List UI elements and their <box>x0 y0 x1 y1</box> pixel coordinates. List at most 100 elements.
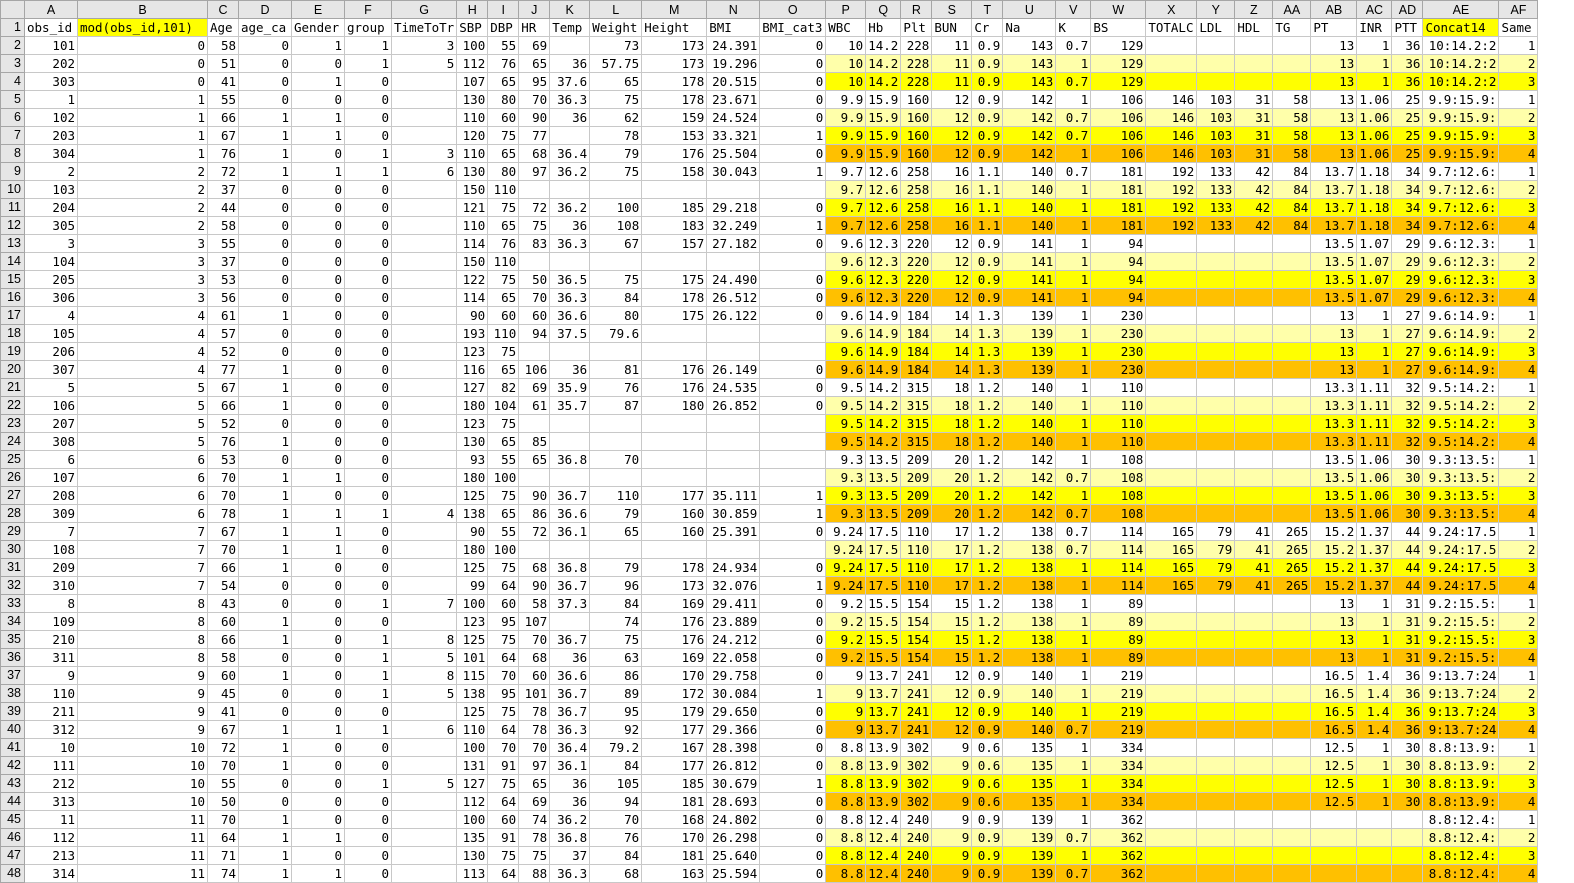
table-cell[interactable]: 78 <box>589 126 643 145</box>
table-cell[interactable]: 4 <box>1498 792 1539 811</box>
table-cell[interactable]: 108 <box>1090 486 1147 505</box>
table-cell[interactable]: 75 <box>487 270 520 289</box>
table-cell[interactable]: 112 <box>456 54 489 73</box>
table-cell[interactable] <box>1272 738 1312 757</box>
table-cell[interactable] <box>1145 72 1198 91</box>
table-cell[interactable]: 1.2 <box>971 486 1004 505</box>
table-cell[interactable]: 140 <box>1002 720 1057 739</box>
table-cell[interactable]: 9 <box>24 666 78 685</box>
table-cell[interactable]: 18 <box>931 378 973 397</box>
table-cell[interactable]: 112 <box>24 828 78 847</box>
table-cell[interactable] <box>1145 414 1198 433</box>
table-cell[interactable]: 9.7 <box>825 162 867 181</box>
table-cell[interactable]: 94 <box>1090 270 1147 289</box>
table-cell[interactable]: 55 <box>207 90 239 109</box>
table-cell[interactable]: 24.391 <box>706 36 761 55</box>
table-cell[interactable]: 69 <box>518 36 551 55</box>
table-cell[interactable]: 17.5 <box>865 522 902 541</box>
table-cell[interactable] <box>1234 612 1274 631</box>
table-cell[interactable]: 302 <box>900 792 933 811</box>
table-cell[interactable]: 64 <box>487 576 520 595</box>
table-cell[interactable]: 0 <box>344 90 392 109</box>
table-cell[interactable]: 138 <box>456 504 489 523</box>
table-cell[interactable]: 8.8 <box>825 774 867 793</box>
table-cell[interactable]: 1 <box>238 468 292 487</box>
column-header-m[interactable]: M <box>641 0 708 19</box>
table-cell[interactable]: 181 <box>641 846 708 865</box>
table-cell[interactable]: 0 <box>344 306 392 325</box>
table-cell[interactable]: 1 <box>1356 324 1393 343</box>
column-header-q[interactable]: Q <box>865 0 902 19</box>
table-cell[interactable]: 127 <box>456 774 489 793</box>
table-cell[interactable]: 9.6:14.9: <box>1422 342 1500 361</box>
table-cell[interactable]: 27 <box>1391 324 1424 343</box>
table-cell[interactable]: 60 <box>207 666 239 685</box>
table-cell[interactable]: 125 <box>456 630 489 649</box>
table-cell[interactable] <box>1272 702 1312 721</box>
table-cell[interactable] <box>1145 360 1198 379</box>
header-cell[interactable]: BMI <box>706 18 761 37</box>
table-cell[interactable]: 84 <box>589 288 643 307</box>
table-cell[interactable]: 61 <box>207 306 239 325</box>
table-cell[interactable]: 13.5 <box>1310 504 1358 523</box>
table-cell[interactable]: 258 <box>900 216 933 235</box>
table-cell[interactable]: 120 <box>456 126 489 145</box>
column-header-s[interactable]: S <box>931 0 973 19</box>
table-cell[interactable]: 64 <box>487 648 520 667</box>
table-cell[interactable] <box>1196 342 1236 361</box>
table-cell[interactable]: 8 <box>390 666 458 685</box>
table-cell[interactable]: 84 <box>1272 180 1312 199</box>
table-cell[interactable]: 0 <box>291 792 345 811</box>
table-cell[interactable]: 87 <box>589 396 643 415</box>
table-cell[interactable]: 84 <box>1272 162 1312 181</box>
table-cell[interactable] <box>1272 324 1312 343</box>
table-cell[interactable]: 36.2 <box>549 810 591 829</box>
spreadsheet-grid[interactable]: A B C D E F G H I J K L M N O P Q R S T U V W X Y Z AA AB AC AD AE AF 1… <box>0 0 1539 883</box>
table-cell[interactable]: 15.5 <box>865 648 902 667</box>
table-cell[interactable]: 7 <box>77 540 208 559</box>
table-cell[interactable]: 79 <box>1196 522 1236 541</box>
table-cell[interactable]: 1 <box>1498 36 1539 55</box>
table-cell[interactable]: 70 <box>207 486 239 505</box>
table-cell[interactable]: 312 <box>24 720 78 739</box>
table-cell[interactable]: 110 <box>487 324 520 343</box>
table-cell[interactable]: 36 <box>1391 666 1424 685</box>
table-cell[interactable]: 0 <box>759 108 827 127</box>
table-cell[interactable]: 1 <box>1055 414 1092 433</box>
table-cell[interactable]: 112 <box>456 792 489 811</box>
table-cell[interactable]: 57 <box>207 324 239 343</box>
table-cell[interactable]: 25 <box>1391 126 1424 145</box>
header-cell[interactable]: SBP <box>456 18 489 37</box>
table-cell[interactable]: 30 <box>1391 504 1424 523</box>
column-header-i[interactable]: I <box>487 0 520 19</box>
table-cell[interactable]: 114 <box>456 234 489 253</box>
table-cell[interactable]: 265 <box>1272 540 1312 559</box>
row-header[interactable]: 1 <box>0 18 25 37</box>
header-cell[interactable]: Temp <box>549 18 591 37</box>
table-cell[interactable]: 66 <box>207 396 239 415</box>
table-cell[interactable]: 36.8 <box>549 450 591 469</box>
table-cell[interactable]: 58 <box>518 594 551 613</box>
table-cell[interactable]: 84 <box>589 846 643 865</box>
table-cell[interactable] <box>1196 720 1236 739</box>
table-cell[interactable]: 91 <box>487 828 520 847</box>
table-cell[interactable]: 76 <box>207 432 239 451</box>
table-cell[interactable]: 140 <box>1002 396 1057 415</box>
table-cell[interactable]: 36.7 <box>549 702 591 721</box>
table-cell[interactable]: 11 <box>77 846 208 865</box>
table-cell[interactable]: 4 <box>1498 288 1539 307</box>
header-cell[interactable]: BS <box>1090 18 1147 37</box>
table-cell[interactable]: 14.2 <box>865 54 902 73</box>
table-cell[interactable]: 13.5 <box>1310 270 1358 289</box>
table-cell[interactable] <box>706 342 761 361</box>
table-cell[interactable] <box>706 414 761 433</box>
table-cell[interactable]: 159 <box>641 108 708 127</box>
table-cell[interactable]: 60 <box>487 810 520 829</box>
table-cell[interactable]: 89 <box>1090 612 1147 631</box>
table-cell[interactable] <box>1196 288 1236 307</box>
table-cell[interactable]: 36 <box>549 648 591 667</box>
table-cell[interactable]: 165 <box>1145 522 1198 541</box>
table-cell[interactable] <box>390 738 458 757</box>
table-cell[interactable]: 9.6 <box>825 234 867 253</box>
table-cell[interactable]: 15.2 <box>1310 558 1358 577</box>
